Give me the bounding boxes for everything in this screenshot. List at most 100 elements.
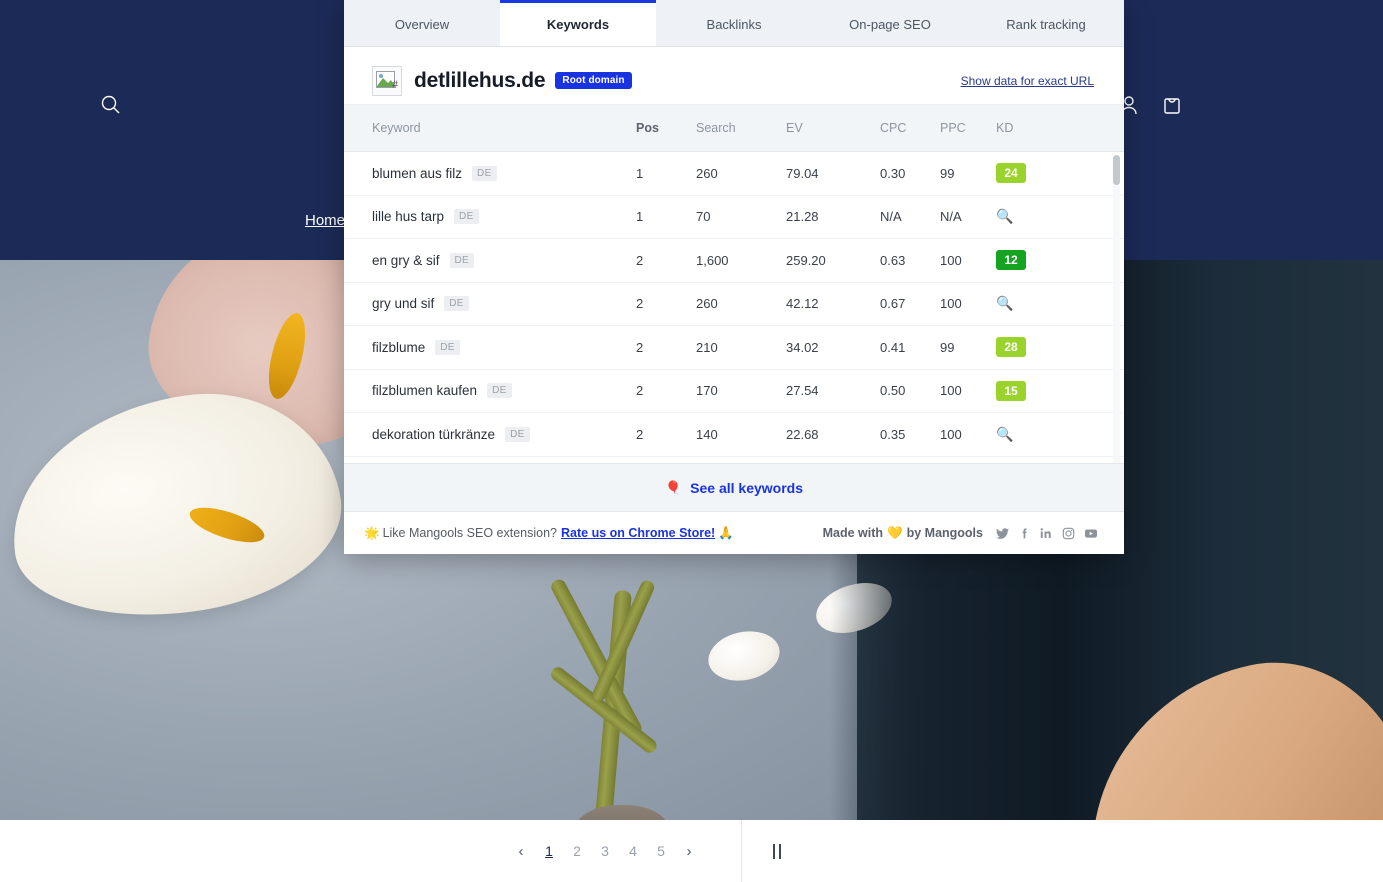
pagination-next[interactable]: › xyxy=(675,837,703,865)
facebook-icon[interactable] xyxy=(1018,527,1031,540)
cell-ppc: 99 xyxy=(940,339,955,355)
cell-keyword: dekoration türkränze DE xyxy=(344,426,636,442)
tab-on-page-seo[interactable]: On-page SEO xyxy=(812,0,968,46)
table-scrollbar[interactable] xyxy=(1113,155,1120,463)
column-header-keyword[interactable]: Keyword xyxy=(344,121,636,135)
pagination-page-2[interactable]: 2 xyxy=(563,837,591,865)
tab-keywords[interactable]: Keywords xyxy=(500,0,656,46)
cell-ppc: 100 xyxy=(940,426,962,442)
breadcrumb[interactable]: Home xyxy=(305,212,345,229)
see-all-keywords-button[interactable]: 🎈 See all keywords xyxy=(344,463,1124,512)
cell-ev: 27.54 xyxy=(786,383,819,399)
star-icon: 🌟 xyxy=(364,525,380,540)
pagination-page-5[interactable]: 5 xyxy=(647,837,675,865)
show-exact-url-link[interactable]: Show data for exact URL xyxy=(961,74,1094,88)
scrollbar-thumb[interactable] xyxy=(1113,155,1120,185)
domain-name: detlillehus.de xyxy=(414,68,546,92)
kd-lookup-icon[interactable]: 🔍 xyxy=(996,208,1013,224)
table-row[interactable]: lille hus tarp DE 1 70 21.28 N/A N/A 🔍 xyxy=(344,195,1124,239)
instagram-icon[interactable] xyxy=(1062,527,1075,540)
cell-cpc: 0.50 xyxy=(880,383,906,399)
keyword-text: gry und sif xyxy=(372,296,435,312)
language-badge: DE xyxy=(449,252,475,268)
column-header-ev[interactable]: EV xyxy=(786,121,880,135)
cell-pos: 2 xyxy=(636,339,644,355)
cell-kd: 12 xyxy=(996,250,1066,271)
see-all-keywords-label: See all keywords xyxy=(690,479,804,496)
cell-ev: 22.68 xyxy=(786,426,819,442)
balloon-icon: 🎈 xyxy=(664,479,682,495)
cell-kd: 🔍 xyxy=(996,295,1066,312)
cell-ev: 34.02 xyxy=(786,339,819,355)
cell-ppc: 100 xyxy=(940,383,962,399)
cell-search: 170 xyxy=(696,383,718,399)
favicon-alt-text: # xyxy=(392,76,398,91)
cell-kd: 15 xyxy=(996,380,1066,401)
cell-pos: 2 xyxy=(636,296,644,312)
kd-badge: 12 xyxy=(996,250,1026,271)
column-header-search[interactable]: Search xyxy=(696,121,786,135)
cell-ev: 42.12 xyxy=(786,296,819,312)
table-row[interactable]: filzblumen kaufen DE 2 170 27.54 0.50 100 15 xyxy=(344,369,1124,413)
cell-ppc: 100 xyxy=(940,252,962,268)
cell-ppc: 99 xyxy=(940,165,955,181)
cell-ppc: 100 xyxy=(940,296,962,312)
cell-cpc: 0.35 xyxy=(880,426,906,442)
tab-backlinks[interactable]: Backlinks xyxy=(656,0,812,46)
column-header-pos[interactable]: Pos xyxy=(636,121,696,135)
pagination-page-3[interactable]: 3 xyxy=(591,837,619,865)
pagination-prev[interactable]: ‹ xyxy=(507,837,535,865)
tab-overview[interactable]: Overview xyxy=(344,0,500,46)
cell-keyword: en gry & sif DE xyxy=(344,252,636,268)
linkedin-icon[interactable] xyxy=(1040,527,1053,540)
pagination-page-1[interactable]: 1 xyxy=(535,837,563,865)
made-by-mangools: Made with 💛 by Mangools xyxy=(823,526,1098,541)
cell-cpc: 0.67 xyxy=(880,296,906,312)
cell-search: 140 xyxy=(696,426,718,442)
pagination-page-4[interactable]: 4 xyxy=(619,837,647,865)
domain-header: # detlillehus.de Root domain Show data f… xyxy=(344,57,1124,105)
column-header-ppc[interactable]: PPC xyxy=(940,121,996,135)
pray-icon: 🙏 xyxy=(718,525,734,540)
column-header-cpc[interactable]: CPC xyxy=(880,121,940,135)
twitter-icon[interactable] xyxy=(996,527,1009,540)
table-row[interactable]: filz haseDE214022.68N/A10012 xyxy=(344,456,1124,463)
cell-kd: 🔍 xyxy=(996,426,1066,443)
cell-pos: 2 xyxy=(636,252,644,268)
table-row[interactable]: gry und sif DE 2 260 42.12 0.67 100 🔍 xyxy=(344,282,1124,326)
tab-rank-tracking[interactable]: Rank tracking xyxy=(968,0,1124,46)
table-row[interactable]: blumen aus filz DE 1 260 79.04 0.30 99 24 xyxy=(344,152,1124,196)
extension-footer: 🌟 Like Mangools SEO extension? Rate us o… xyxy=(344,512,1124,554)
kd-badge: 24 xyxy=(996,163,1026,184)
cell-kd: 🔍 xyxy=(996,208,1066,225)
cell-pos: 1 xyxy=(636,209,644,225)
cell-pos: 2 xyxy=(636,383,644,399)
cell-search: 1,600 xyxy=(696,252,729,268)
table-row[interactable]: en gry & sif DE 2 1,600 259.20 0.63 100 12 xyxy=(344,239,1124,283)
kd-lookup-icon[interactable]: 🔍 xyxy=(996,426,1013,442)
keyword-text: filzblume xyxy=(372,339,426,355)
shopping-bag-icon[interactable] xyxy=(1159,92,1185,118)
extension-tabs: Overview Keywords Backlinks On-page SEO … xyxy=(344,0,1124,47)
cell-ev: 259.20 xyxy=(786,252,826,268)
pause-icon[interactable] xyxy=(754,837,800,865)
keyword-text: en gry & sif xyxy=(372,252,440,268)
cell-pos: 1 xyxy=(636,165,644,181)
column-header-kd[interactable]: KD xyxy=(996,121,1066,135)
by-mangools-label: by Mangools xyxy=(906,526,983,540)
youtube-icon[interactable] xyxy=(1084,527,1098,540)
broken-image-icon: # xyxy=(372,65,402,96)
kd-lookup-icon[interactable]: 🔍 xyxy=(996,295,1013,311)
cell-search: 210 xyxy=(696,339,718,355)
table-row[interactable]: dekoration türkränze DE 2 140 22.68 0.35 100 🔍 xyxy=(344,413,1124,457)
search-icon[interactable] xyxy=(98,92,124,118)
cell-ev: 21.28 xyxy=(786,209,819,225)
cell-search: 260 xyxy=(696,165,718,181)
cell-keyword: filzblumen kaufen DE xyxy=(344,383,636,399)
cell-cpc: 0.63 xyxy=(880,252,906,268)
table-row[interactable]: filzblume DE 2 210 34.02 0.41 99 28 xyxy=(344,326,1124,370)
heart-icon: 💛 xyxy=(887,525,903,540)
keyword-text: filzblumen kaufen xyxy=(372,383,478,399)
language-badge: DE xyxy=(505,426,530,442)
rate-on-chrome-store-link[interactable]: Rate us on Chrome Store! xyxy=(561,526,715,540)
